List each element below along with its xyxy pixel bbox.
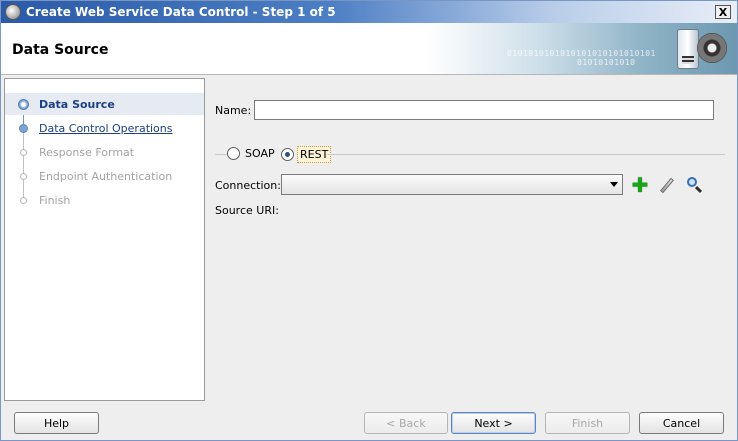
banner-graphic: 0101010101010101010101010101 01010101010: [427, 23, 737, 74]
window-title: Create Web Service Data Control - Step 1…: [26, 5, 336, 19]
train-step-finish: Finish: [5, 189, 204, 211]
pencil-icon: [660, 177, 674, 193]
step-current-icon: [18, 98, 29, 110]
header-banner: Data Source 0101010101010101010101010101…: [1, 23, 737, 75]
train-step-label: Finish: [39, 193, 71, 207]
train-step-label: Endpoint Authentication: [39, 169, 173, 183]
search-icon: [687, 177, 703, 194]
plus-icon: ✚: [631, 173, 649, 197]
soap-radio[interactable]: SOAP: [227, 146, 277, 161]
train-step-data-control-operations[interactable]: Data Control Operations: [5, 117, 204, 139]
rest-radio-circle[interactable]: [281, 148, 294, 161]
gear-icon: [697, 33, 727, 63]
train-step-label: Data Source: [39, 97, 115, 111]
close-button[interactable]: X: [715, 5, 731, 19]
name-label: Name:: [215, 104, 252, 117]
banner-binary-text-2: 01010101010: [577, 58, 636, 67]
train-step-endpoint-authentication: Endpoint Authentication: [5, 165, 204, 187]
cancel-button[interactable]: Cancel: [639, 412, 724, 434]
browse-connection-button[interactable]: [685, 175, 705, 195]
step-visited-icon: [19, 123, 28, 133]
protocol-separator: [215, 154, 227, 155]
connection-label: Connection:: [215, 179, 281, 192]
wizard-train: Data Source Data Control Operations Resp…: [4, 78, 205, 401]
train-step-data-source[interactable]: Data Source: [5, 93, 204, 115]
name-field[interactable]: [254, 100, 714, 120]
form-panel: Name: SOAP REST Connection: ✚ Source URI…: [206, 78, 736, 401]
banner-binary-text: 0101010101010101010101010101: [507, 49, 656, 58]
help-button[interactable]: Help: [14, 412, 99, 434]
finish-button[interactable]: Finish: [545, 412, 630, 434]
edit-connection-button[interactable]: [657, 175, 677, 195]
page-title: Data Source: [12, 42, 109, 58]
app-icon: [5, 4, 21, 20]
train-step-response-format: Response Format: [5, 141, 204, 163]
soap-radio-label[interactable]: SOAP: [243, 146, 277, 161]
chevron-down-icon[interactable]: [610, 182, 618, 187]
source-uri-label: Source URI:: [215, 204, 279, 217]
step-disabled-icon: [20, 196, 27, 204]
soap-radio-circle[interactable]: [227, 147, 240, 160]
wizard-dialog: Create Web Service Data Control - Step 1…: [0, 0, 738, 441]
protocol-separator-right: [327, 154, 725, 155]
back-button[interactable]: < Back: [364, 412, 448, 434]
step-disabled-icon: [20, 172, 27, 180]
add-connection-button[interactable]: ✚: [630, 175, 650, 195]
title-bar: Create Web Service Data Control - Step 1…: [1, 1, 737, 23]
train-step-label: Data Control Operations: [39, 121, 173, 135]
connection-dropdown[interactable]: [281, 174, 623, 195]
next-button[interactable]: Next >: [451, 412, 536, 434]
rest-radio[interactable]: REST: [281, 146, 332, 163]
train-step-label: Response Format: [39, 145, 135, 159]
server-icon: [677, 29, 699, 69]
step-disabled-icon: [20, 148, 27, 156]
